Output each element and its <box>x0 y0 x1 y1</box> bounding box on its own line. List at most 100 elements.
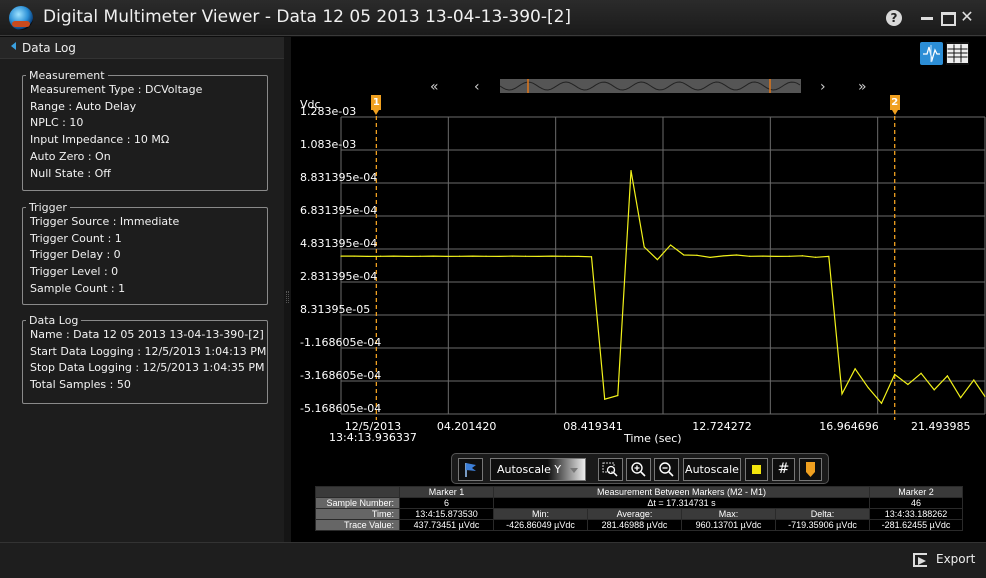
data-point <box>775 255 777 258</box>
autoscale-button[interactable]: Autoscale <box>683 458 741 481</box>
trace-color-button[interactable] <box>745 458 768 481</box>
average-header: Average: <box>587 508 682 520</box>
data-point <box>432 255 434 257</box>
data-point <box>551 255 553 257</box>
maximize-button[interactable] <box>938 8 956 26</box>
trace-value-label: Trace Value: <box>315 519 400 531</box>
marker-flag-button[interactable] <box>458 458 483 481</box>
data-point <box>669 244 672 246</box>
y-tick-label: 2.831395e-04 <box>300 270 378 283</box>
chevron-down-icon <box>570 468 578 473</box>
data-point <box>498 255 500 258</box>
y-tick-label: 1.283e-03 <box>300 105 357 118</box>
marker-1-flag[interactable]: 1 <box>371 95 382 115</box>
table-header-row: Marker 1 Measurement Between Markers (M2… <box>315 486 963 498</box>
y-tick-label: 6.831395e-04 <box>300 204 378 217</box>
data-point <box>590 256 593 258</box>
zoom-to-box-button[interactable] <box>598 458 623 481</box>
delta-time: Δt = 17.314731 s <box>493 497 870 509</box>
table-row: Time: 13:4:15.873530 Min: Average: Max: … <box>315 508 963 520</box>
delta-header: Delta: <box>775 508 870 520</box>
x-tick-label: 04.201420 <box>436 420 497 433</box>
grid-toggle-button[interactable]: # <box>772 458 795 481</box>
zoom-in-button[interactable] <box>626 458 651 481</box>
measurement-type: Measurement Type : DCVoltage <box>30 83 203 96</box>
data-point <box>630 170 632 172</box>
table-corner <box>315 486 400 498</box>
chart-toolbar: Autoscale Y Autoscale # <box>451 453 829 484</box>
marker2-sample-number: 46 <box>869 497 963 509</box>
data-point <box>419 255 421 257</box>
x-tick-label: 12.724272 <box>692 420 752 433</box>
x-tick-label: 08.419341 <box>563 420 623 433</box>
plot-canvas[interactable] <box>291 37 986 447</box>
data-point <box>749 255 751 257</box>
data-point <box>353 255 355 257</box>
data-point <box>577 255 579 258</box>
delta-value: -719.35906 µVdc <box>775 519 870 531</box>
sample-number-label: Sample Number: <box>315 497 400 509</box>
trigger-group: Trigger Trigger Source : Immediate Trigg… <box>22 201 268 305</box>
chart-area: « ‹ › » Vdc 1.283e-03 1.083e-03 8.831395e-… <box>291 37 986 542</box>
data-point <box>340 255 342 257</box>
data-point <box>366 255 368 258</box>
title-bar: Digital Multimeter Viewer - Data 12 05 2… <box>0 0 986 36</box>
time-label: Time: <box>315 508 400 520</box>
data-point <box>907 383 909 386</box>
data-point <box>683 254 685 256</box>
x-tick-label: 12/5/2013 13:4:13.936337 <box>329 420 417 444</box>
marker1-header: Marker 1 <box>399 486 494 498</box>
trigger-delay: Trigger Delay : 0 <box>30 248 121 262</box>
data-point <box>524 255 527 257</box>
data-point <box>894 373 896 376</box>
marker-toggle-button[interactable] <box>799 458 822 481</box>
data-point <box>920 372 922 374</box>
zoom-out-button[interactable] <box>654 458 679 481</box>
start-data-logging: Start Data Logging : 12/5/2013 1:04:13 P… <box>30 344 267 358</box>
x-tick-label: 21.493985 <box>911 420 971 433</box>
data-log-collapse-header[interactable]: Data Log <box>0 37 284 59</box>
panel-splitter[interactable] <box>284 37 291 542</box>
data-point <box>564 255 566 257</box>
y-tick-label: 4.831395e-04 <box>300 237 378 250</box>
autoscale-y-dropdown[interactable]: Autoscale Y <box>490 458 586 481</box>
marker1-sample-number: 6 <box>399 497 494 509</box>
stop-data-logging: Stop Data Logging : 12/5/2013 1:04:35 PM <box>30 361 265 375</box>
max-value: 960.13701 µVdc <box>681 519 776 531</box>
trigger-legend: Trigger <box>29 201 67 214</box>
marker1-time: 13:4:15.873530 <box>399 508 494 520</box>
measurement-group: Measurement Measurement Type : DCVoltage… <box>22 69 268 191</box>
trigger-level: Trigger Level : 0 <box>30 265 119 279</box>
measurement-range: Range : Auto Delay <box>30 99 137 113</box>
total-samples: Total Samples : 50 <box>30 378 131 392</box>
measurement-nplc: NPLC : 10 <box>30 116 84 130</box>
data-point <box>393 255 395 257</box>
data-point <box>617 394 619 397</box>
export-label: Export <box>936 552 976 566</box>
table-row: Sample Number: 6 Δt = 17.314731 s 46 <box>315 497 963 509</box>
export-icon <box>913 553 927 567</box>
data-point <box>814 256 817 258</box>
data-point <box>960 397 962 399</box>
minimize-button[interactable] <box>918 8 936 26</box>
close-button[interactable]: ✕ <box>958 8 976 26</box>
between-markers-header: Measurement Between Markers (M2 - M1) <box>493 486 870 498</box>
data-point <box>867 387 869 389</box>
data-log-legend: Data Log <box>29 314 79 327</box>
x-tick-label: 16.964696 <box>819 420 879 433</box>
y-tick-label: -3.168605e-04 <box>300 369 382 382</box>
data-point <box>788 255 790 257</box>
help-button[interactable]: ? <box>886 10 902 26</box>
min-header: Min: <box>493 508 588 520</box>
zoom-in-icon <box>631 462 646 477</box>
y-tick-label: 1.083e-03 <box>300 138 357 151</box>
zoom-box-icon <box>602 462 618 477</box>
data-point <box>538 255 540 258</box>
autoscale-y-label: Autoscale Y <box>497 463 562 476</box>
marker2-time: 13:4:33.188262 <box>869 508 963 520</box>
data-point <box>472 255 474 257</box>
marker-2-flag[interactable]: 2 <box>889 95 900 115</box>
measurement-input-impedance: Input Impedance : 10 MΩ <box>30 133 170 147</box>
data-point <box>735 254 738 256</box>
window-title: Digital Multimeter Viewer - Data 12 05 2… <box>43 7 572 27</box>
